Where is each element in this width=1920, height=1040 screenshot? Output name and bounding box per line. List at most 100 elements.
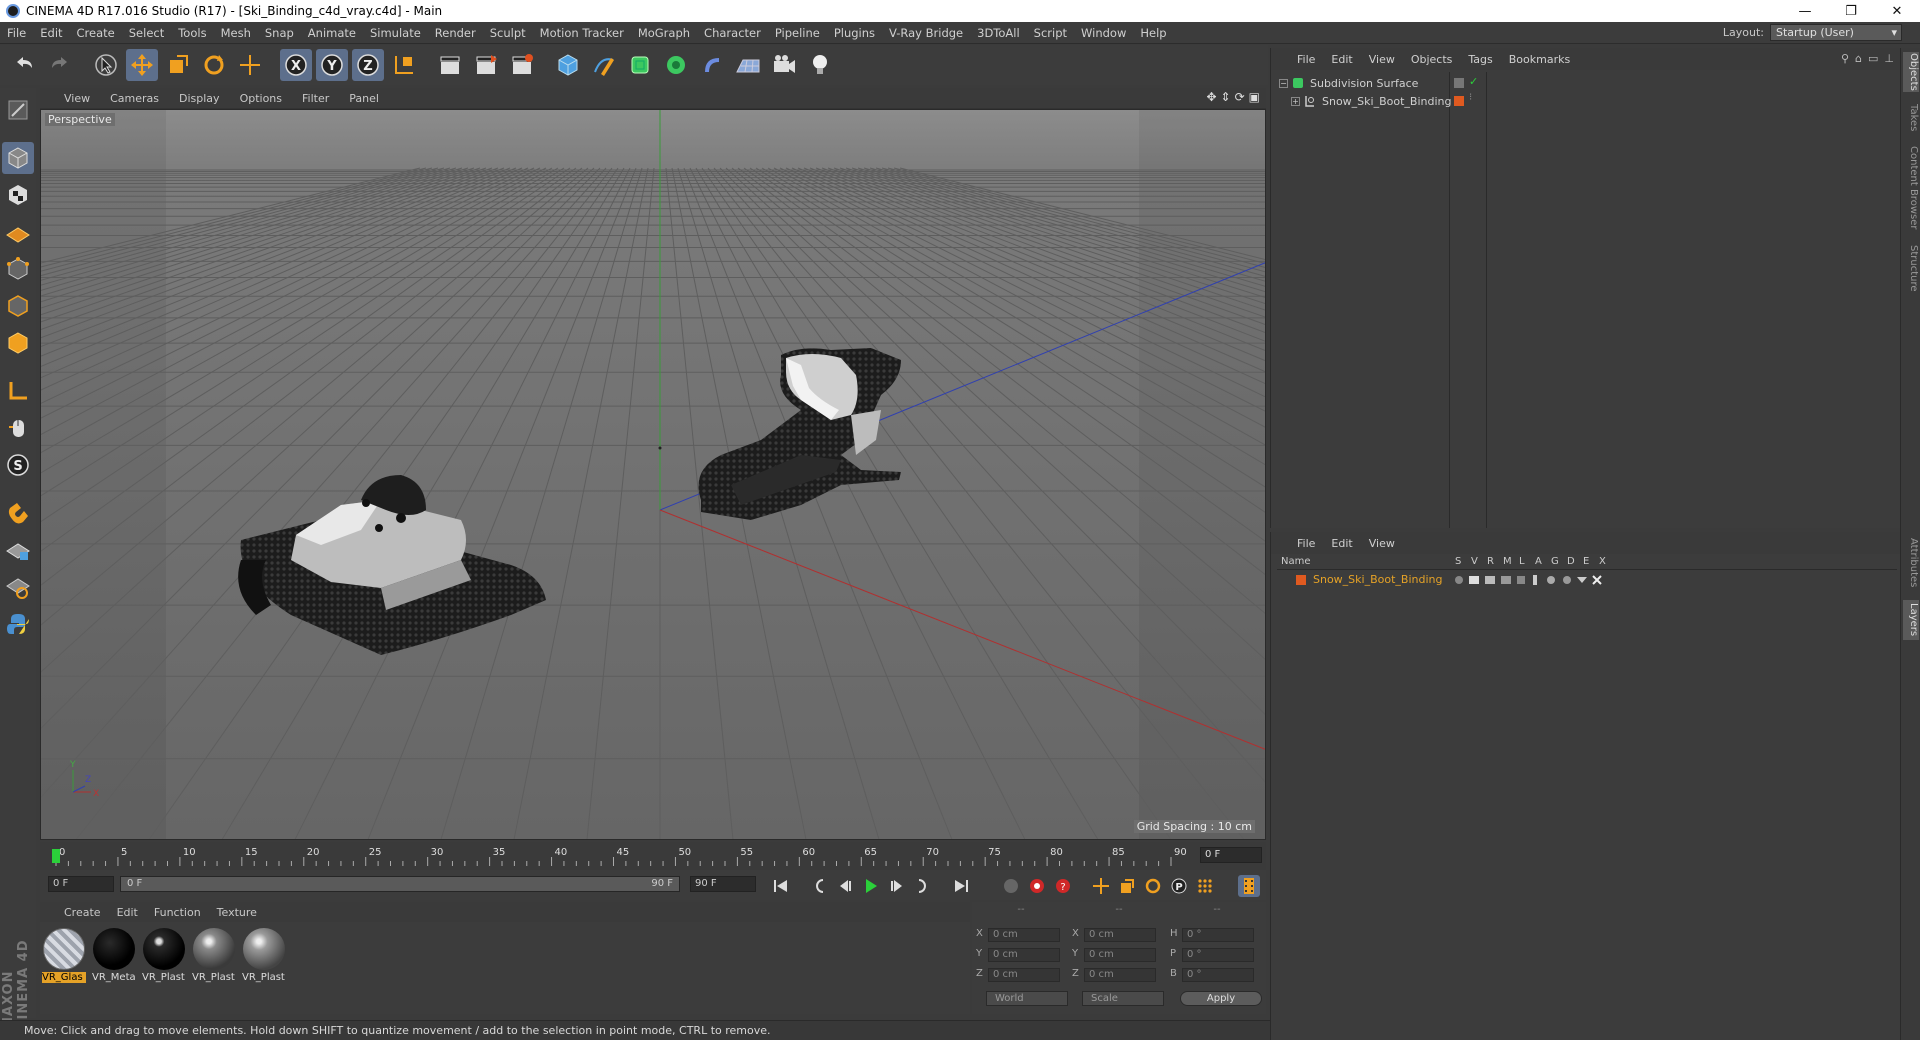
key-parameter-button[interactable]: P xyxy=(1168,875,1190,897)
transform-tool[interactable] xyxy=(234,49,266,81)
object-row-subdivision-surface[interactable]: − Subdivision Surface ✓ xyxy=(1271,74,1901,92)
record-keys-disabled-button[interactable] xyxy=(1000,875,1022,897)
viewport-menu-panel[interactable]: Panel xyxy=(339,92,389,105)
close-button[interactable]: ✕ xyxy=(1874,0,1920,22)
size-x-field[interactable]: 0 cm xyxy=(1084,928,1156,942)
new-view-icon[interactable]: ▭ xyxy=(1868,52,1878,65)
edges-mode-button[interactable] xyxy=(2,290,34,322)
key-rotation-button[interactable] xyxy=(1142,875,1164,897)
play-forward-button[interactable] xyxy=(860,875,882,897)
locked-workplane-button[interactable] xyxy=(2,534,34,566)
material-swatch[interactable]: VR_Meta xyxy=(92,928,136,983)
coordinate-space-dropdown[interactable]: World xyxy=(986,991,1068,1006)
expand-toggle[interactable]: + xyxy=(1291,96,1300,106)
objects-menu-view[interactable]: View xyxy=(1361,53,1403,66)
toggle-layout-icon[interactable]: ▣ xyxy=(1249,90,1260,104)
y-axis-lock[interactable]: Y xyxy=(316,49,348,81)
menu-mograph[interactable]: MoGraph xyxy=(631,26,697,40)
tab-takes[interactable]: Takes xyxy=(1903,102,1919,134)
material-swatch[interactable]: VR_Plast xyxy=(142,928,186,983)
menu-select[interactable]: Select xyxy=(122,26,171,40)
3d-viewport[interactable]: Y X Z Perspective Grid Spacing : 10 cm xyxy=(40,109,1266,840)
material-menu-function[interactable]: Function xyxy=(146,906,209,919)
next-frame-button[interactable] xyxy=(886,875,908,897)
menu-character[interactable]: Character xyxy=(697,26,768,40)
tab-structure[interactable]: Structure xyxy=(1903,242,1919,294)
layout-dropdown[interactable]: Startup (User) xyxy=(1770,24,1902,41)
menu-animate[interactable]: Animate xyxy=(301,26,363,40)
size-z-field[interactable]: 0 cm xyxy=(1084,968,1156,982)
autokeying-button[interactable]: ? xyxy=(1052,875,1074,897)
snapping-button[interactable]: S xyxy=(2,449,34,481)
live-selection-tool[interactable] xyxy=(90,49,122,81)
texture-mode-button[interactable] xyxy=(2,179,34,211)
next-key-button[interactable] xyxy=(912,875,934,897)
timeline-ruler[interactable]: 0 5 10 15 20 25 30 35 40 45 50 55 60 65 70 75 80 85 90 0 F xyxy=(40,842,1266,870)
menu-simulate[interactable]: Simulate xyxy=(363,26,428,40)
menu-render[interactable]: Render xyxy=(428,26,483,40)
objects-menu-tags[interactable]: Tags xyxy=(1460,53,1500,66)
menu-vray-bridge[interactable]: V-Ray Bridge xyxy=(882,26,970,40)
playhead-marker[interactable] xyxy=(52,849,60,863)
menu-plugins[interactable]: Plugins xyxy=(827,26,882,40)
viewport-menu-cameras[interactable]: Cameras xyxy=(100,92,169,105)
menu-3dtoall[interactable]: 3DToAll xyxy=(970,26,1027,40)
add-camera-button[interactable] xyxy=(768,49,800,81)
move-tool[interactable] xyxy=(126,49,158,81)
enable-snap-button[interactable] xyxy=(2,497,34,529)
menu-pipeline[interactable]: Pipeline xyxy=(768,26,827,40)
objects-menu-bookmarks[interactable]: Bookmarks xyxy=(1501,53,1578,66)
menu-snap[interactable]: Snap xyxy=(258,26,301,40)
minimize-button[interactable]: — xyxy=(1782,0,1828,22)
add-subdivision-button[interactable] xyxy=(624,49,656,81)
layer-flags[interactable] xyxy=(1453,574,1613,586)
go-to-end-button[interactable] xyxy=(950,875,972,897)
position-z-field[interactable]: 0 cm xyxy=(988,968,1060,982)
key-point-level-button[interactable] xyxy=(1194,875,1216,897)
home-icon[interactable]: ⌂ xyxy=(1855,52,1862,65)
layer-color-swatch[interactable] xyxy=(1453,95,1465,107)
tweak-mode-button[interactable] xyxy=(2,412,34,444)
tab-layers[interactable]: Layers xyxy=(1903,600,1919,640)
menu-window[interactable]: Window xyxy=(1074,26,1133,40)
workplane-rotate-button[interactable] xyxy=(2,571,34,603)
layers-menu-edit[interactable]: Edit xyxy=(1323,537,1360,550)
menu-mesh[interactable]: Mesh xyxy=(214,26,258,40)
viewport-menu-filter[interactable]: Filter xyxy=(292,92,339,105)
pin-icon[interactable]: ⊥ xyxy=(1884,52,1894,65)
material-menu-texture[interactable]: Texture xyxy=(209,906,265,919)
coordinate-system-toggle[interactable] xyxy=(388,49,420,81)
rotate-tool[interactable] xyxy=(198,49,230,81)
menu-help[interactable]: Help xyxy=(1133,26,1173,40)
add-mograph-cloner-button[interactable] xyxy=(660,49,692,81)
record-active-objects-button[interactable] xyxy=(1026,875,1048,897)
add-cube-button[interactable] xyxy=(552,49,584,81)
viewport-menu-display[interactable]: Display xyxy=(169,92,230,105)
tab-objects[interactable]: Objects xyxy=(1903,52,1919,92)
material-swatch[interactable]: VR_Glas xyxy=(42,928,86,983)
objects-menu-objects[interactable]: Objects xyxy=(1403,53,1461,66)
scale-tool[interactable] xyxy=(162,49,194,81)
model-mode-button[interactable] xyxy=(2,142,34,174)
search-icon[interactable]: ⚲ xyxy=(1841,52,1849,65)
visibility-dots-icon[interactable]: ⁝ xyxy=(1469,92,1472,103)
menu-sculpt[interactable]: Sculpt xyxy=(483,26,533,40)
timeline-track[interactable]: 0 5 10 15 20 25 30 35 40 45 50 55 60 65 70 75 80 85 90 xyxy=(52,845,1192,867)
key-position-button[interactable] xyxy=(1090,875,1112,897)
go-to-start-button[interactable] xyxy=(770,875,792,897)
size-mode-dropdown[interactable]: Scale xyxy=(1082,991,1164,1006)
add-floor-button[interactable] xyxy=(732,49,764,81)
orbit-view-icon[interactable]: ⟳ xyxy=(1235,90,1245,104)
material-swatch[interactable]: VR_Plast xyxy=(242,928,286,983)
render-to-picture-viewer-button[interactable] xyxy=(470,49,502,81)
viewport-menu-view[interactable]: View xyxy=(54,92,100,105)
restore-button[interactable]: ❐ xyxy=(1828,0,1874,22)
layer-visibility-icon[interactable] xyxy=(1453,77,1465,89)
frame-range-slider[interactable]: 0 F 90 F xyxy=(120,876,680,892)
menu-file[interactable]: File xyxy=(0,26,33,40)
collapse-toggle[interactable]: − xyxy=(1279,78,1288,88)
rotation-p-field[interactable]: 0 ° xyxy=(1182,948,1254,962)
dolly-view-icon[interactable]: ⇕ xyxy=(1221,90,1231,104)
material-swatch[interactable]: VR_Plast xyxy=(192,928,236,983)
timeline-window-button[interactable] xyxy=(1238,875,1260,897)
